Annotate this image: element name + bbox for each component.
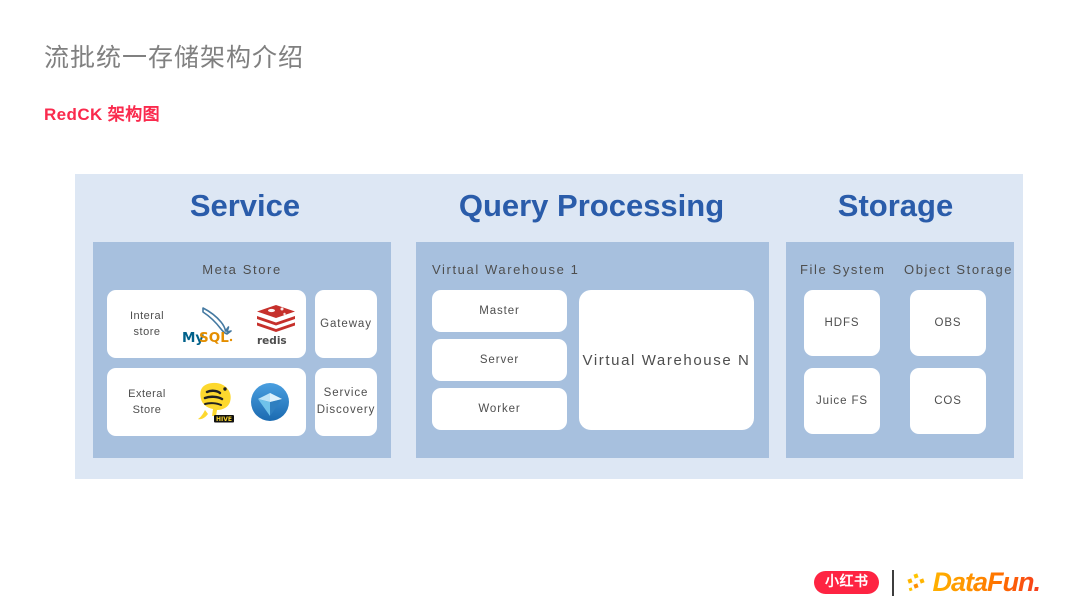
card-master[interactable]: Master [432,290,567,332]
label-line-2: Store [132,404,162,416]
redis-logo: redis [253,302,299,346]
footer-logos: 小红书 DataFun. [813,567,1041,597]
card-internal-store[interactable]: Interal store My SQL redis [107,290,306,358]
card-external-store[interactable]: Exteral Store HIVE [107,368,306,436]
label-line-1: Interal [129,309,165,322]
card-cos-label: COS [934,394,962,407]
xiaohongshu-logo: 小红书 [813,571,880,594]
card-gateway-label: Gateway [320,317,372,330]
card-hdfs-label: HDFS [824,316,860,329]
column-heading-storage: Storage [837,188,954,223]
label-line-1: Service [323,387,369,400]
card-service-discovery-label: Service Discovery [317,385,376,418]
column-query-processing: Query Processing Virtual Warehouse 1 Mas… [403,174,780,479]
panel-label-meta-store: Meta Store [202,262,282,277]
card-virtual-warehouse-n-label: Virtual Warehouse N [582,351,751,369]
card-hdfs[interactable]: HDFS [804,290,880,356]
card-server[interactable]: Server [432,339,567,381]
svg-text:redis: redis [257,335,287,346]
card-worker-label: Worker [478,402,521,415]
column-storage: Storage File System Object Storage HDFS … [768,174,1023,479]
page-subtitle: RedCK 架构图 [44,105,160,124]
datafun-wordmark: DataFun. [932,567,1041,597]
datafun-logo: DataFun. [907,567,1041,597]
column-heading-query-processing: Query Processing [458,188,725,223]
svg-text:SQL: SQL [199,330,229,345]
footer-divider [892,569,895,596]
panel-label-file-system: File System [800,262,886,277]
card-cos[interactable]: COS [910,368,986,434]
panel-storage: File System Object Storage HDFS OBS Juic… [786,242,1014,458]
card-master-label: Master [479,304,520,317]
card-internal-store-label: Interal store [121,308,173,341]
card-service-discovery[interactable]: Service Discovery [315,368,377,436]
logo-row-internal: My SQL redis [173,302,306,346]
architecture-diagram: Service Meta Store Interal store My SQL … [75,174,1023,479]
page-title: 流批统一存储架构介绍 [44,44,305,72]
card-juice-fs[interactable]: Juice FS [804,368,880,434]
panel-virtual-warehouse-1: Virtual Warehouse 1 Master Server Worker… [416,242,769,458]
panel-label-object-storage: Object Storage [904,262,1014,277]
panel-label-virtual-warehouse-1: Virtual Warehouse 1 [432,262,580,277]
column-service: Service Meta Store Interal store My SQL … [75,174,415,479]
logo-row-external: HIVE [173,379,306,425]
label-line-2: Discovery [316,404,376,416]
label-line-2: store [133,326,161,338]
card-obs[interactable]: OBS [910,290,986,356]
card-obs-label: OBS [934,316,962,329]
svg-text:HIVE: HIVE [216,416,232,423]
card-juice-fs-label: Juice FS [816,394,868,407]
column-heading-service: Service [189,188,301,223]
label-line-1: Exteral [128,387,166,400]
iceberg-logo [250,382,290,422]
datafun-dots-icon [907,571,929,595]
card-external-store-label: Exteral Store [121,386,173,419]
mysql-logo: My SQL [181,303,243,345]
panel-meta-store: Meta Store Interal store My SQL redis Ex… [93,242,391,458]
card-virtual-warehouse-n[interactable]: Virtual Warehouse N [579,290,754,430]
card-worker[interactable]: Worker [432,388,567,430]
card-server-label: Server [479,353,520,366]
card-gateway[interactable]: Gateway [315,290,377,358]
hive-logo: HIVE [190,379,240,425]
